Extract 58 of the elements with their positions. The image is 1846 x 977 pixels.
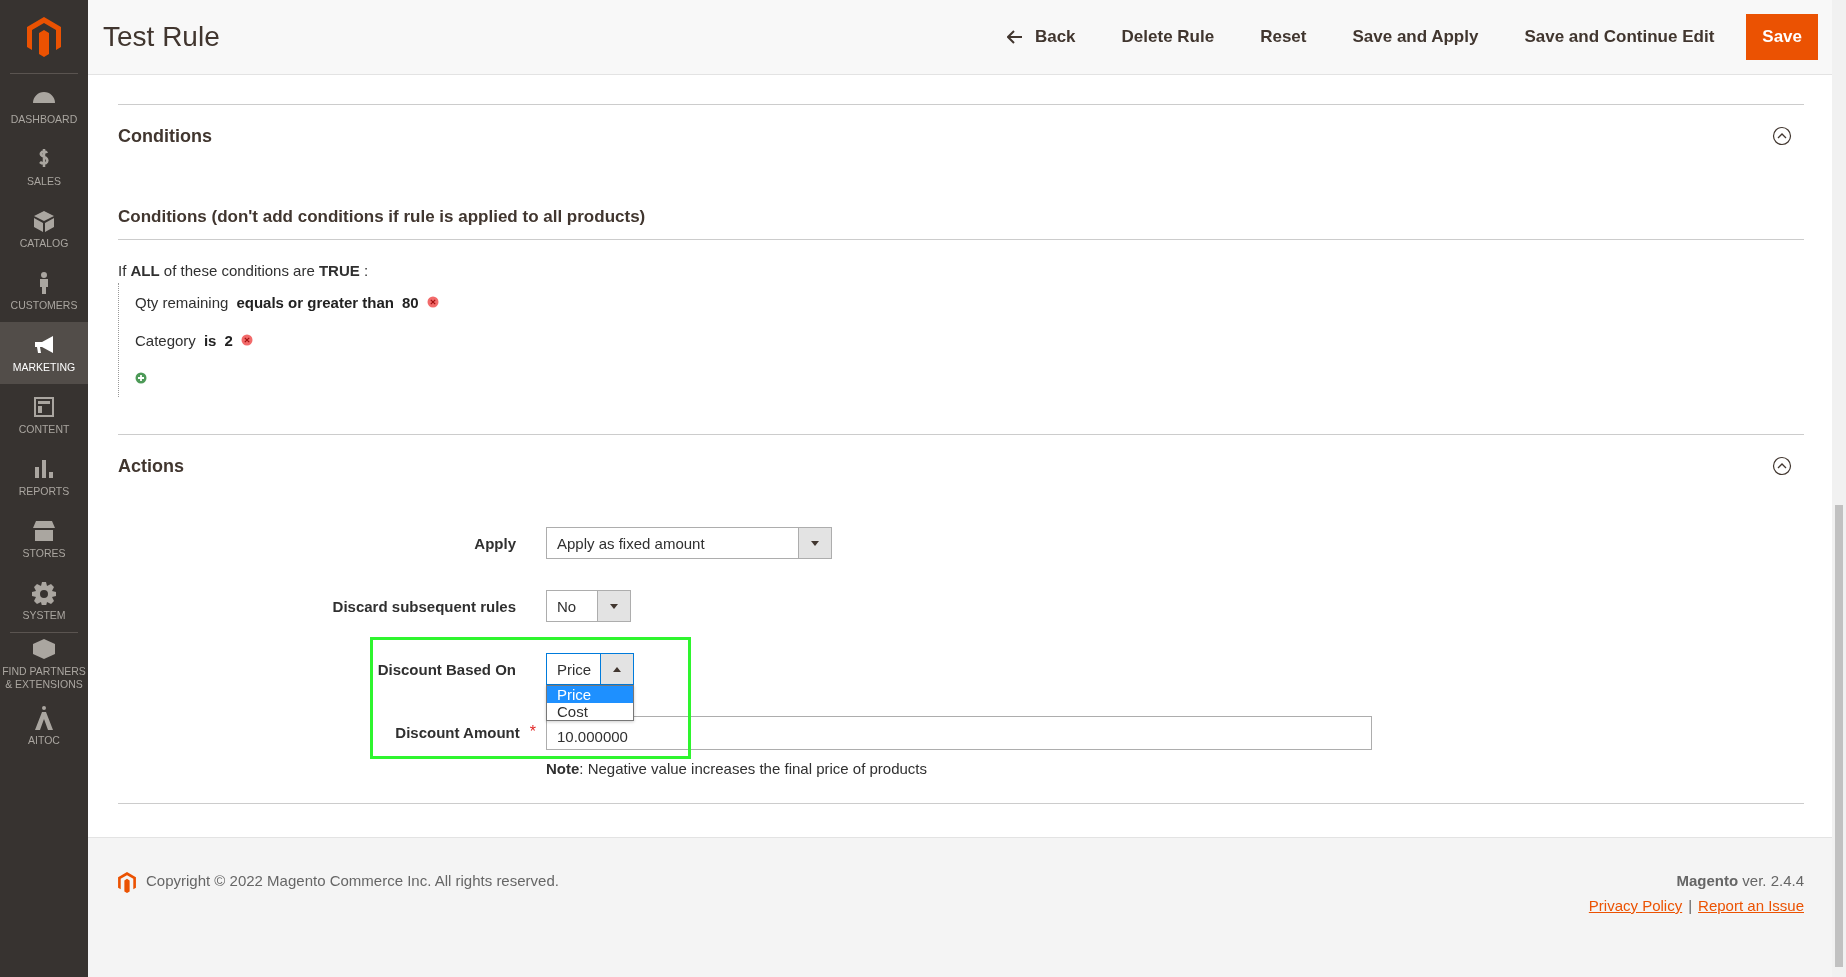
sidebar-item[interactable]: CATALOG bbox=[0, 198, 88, 260]
condition-value[interactable]: 2 bbox=[224, 331, 233, 349]
sidebar-item[interactable]: CUSTOMERS bbox=[0, 260, 88, 322]
remove-icon[interactable] bbox=[426, 296, 439, 308]
fieldset-title: Conditions (don't add conditions if rule is applied to all products) bbox=[118, 207, 1804, 240]
scrollbar[interactable] bbox=[1832, 0, 1846, 977]
condition-value[interactable]: 80 bbox=[401, 293, 419, 311]
rule-statement: If ALL of these conditions are TRUE : bbox=[118, 262, 370, 279]
condition-operator[interactable]: is bbox=[203, 331, 217, 349]
action-button[interactable]: Delete Rule bbox=[1099, 15, 1237, 59]
sidebar-item[interactable]: AITOC bbox=[0, 695, 88, 757]
sidebar-item[interactable]: SYSTEM bbox=[0, 570, 88, 632]
field-label: Apply bbox=[474, 534, 516, 552]
add-icon[interactable] bbox=[135, 372, 147, 384]
caret-icon bbox=[613, 666, 621, 672]
version-text: Magento ver. 2.4.4 bbox=[1675, 872, 1804, 889]
sidebar-item[interactable]: MARKETING bbox=[0, 322, 88, 384]
field-note: Note: Negative value increases the final price of products bbox=[546, 760, 929, 777]
sidebar-item[interactable]: FIND PARTNERS & EXTENSIONS bbox=[0, 633, 88, 695]
sidebar-icon bbox=[31, 637, 57, 662]
sidebar-item[interactable]: DASHBOARD bbox=[0, 74, 88, 136]
select-field[interactable]: Price bbox=[546, 653, 634, 685]
input-field[interactable]: 10.000000 bbox=[546, 716, 1372, 750]
sidebar-item[interactable]: CONTENT bbox=[0, 384, 88, 446]
copyright-text: Copyright © 2022 Magento Commerce Inc. All rights reserved. bbox=[146, 872, 559, 889]
field-label: Discard subsequent rules bbox=[332, 597, 516, 615]
link-separator: | bbox=[1688, 897, 1693, 914]
select-field[interactable]: Apply as fixed amount bbox=[546, 527, 832, 559]
sidebar-item[interactable]: SALES bbox=[0, 136, 88, 198]
sidebar-icon bbox=[31, 580, 57, 605]
caret-icon bbox=[610, 603, 618, 609]
sidebar-icon bbox=[31, 518, 57, 543]
select-field[interactable]: No bbox=[546, 590, 631, 622]
page-title: Test Rule bbox=[103, 21, 220, 53]
remove-icon[interactable] bbox=[240, 334, 253, 346]
action-button[interactable]: Reset bbox=[1238, 15, 1329, 59]
field-label: Discount Based On bbox=[377, 660, 516, 678]
collapse-icon[interactable] bbox=[1772, 456, 1792, 476]
field-label: Discount Amount bbox=[395, 723, 520, 741]
condition-attribute: Qty remaining bbox=[135, 293, 229, 311]
caret-icon bbox=[811, 540, 819, 546]
sidebar-icon bbox=[31, 208, 57, 233]
sidebar-item[interactable]: REPORTS bbox=[0, 446, 88, 508]
action-button[interactable]: Save and Continue Edit bbox=[1502, 15, 1737, 59]
save-button[interactable]: Save bbox=[1746, 14, 1818, 60]
sidebar-item[interactable]: STORES bbox=[0, 508, 88, 570]
sidebar-icon bbox=[31, 394, 57, 419]
logo-icon[interactable] bbox=[27, 16, 61, 57]
action-button[interactable]: Save and Apply bbox=[1330, 15, 1501, 59]
collapse-icon[interactable] bbox=[1772, 126, 1792, 146]
condition-attribute: Category bbox=[135, 331, 196, 349]
arrow-left-icon bbox=[1006, 30, 1023, 44]
back-button[interactable]: Back bbox=[984, 15, 1098, 59]
section-title[interactable]: Actions bbox=[118, 455, 184, 477]
section-title[interactable]: Conditions bbox=[118, 125, 212, 147]
required-mark: * bbox=[529, 723, 536, 741]
logo-icon bbox=[118, 872, 136, 893]
condition-operator[interactable]: equals or greater than bbox=[236, 293, 394, 311]
